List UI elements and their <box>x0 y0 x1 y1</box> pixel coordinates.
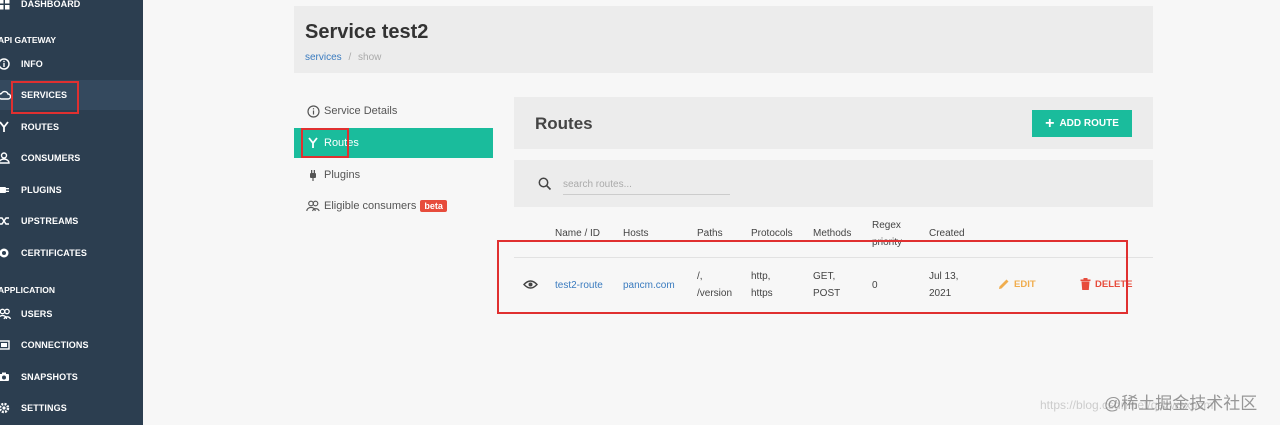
add-route-button[interactable]: + ADD ROUTE <box>1032 110 1132 137</box>
cloud-icon <box>0 88 11 102</box>
routes-icon <box>0 120 11 134</box>
plug-icon <box>306 168 320 182</box>
breadcrumb-current: show <box>358 52 382 63</box>
gear-icon <box>0 401 11 415</box>
sidebar-item-label: USERS <box>21 309 53 319</box>
sidebar: DASHBOARD API GATEWAY INFO SERVICES ROUT… <box>0 0 143 425</box>
sidebar-item-upstreams[interactable]: UPSTREAMS <box>0 206 143 236</box>
sidebar-item-info[interactable]: INFO <box>0 49 143 79</box>
tab-label-text: Eligible consumers <box>324 200 417 212</box>
sidebar-item-certificates[interactable]: CERTIFICATES <box>0 238 143 268</box>
sidebar-item-label: INFO <box>21 59 43 69</box>
beta-badge: beta <box>420 200 447 212</box>
service-header: Service test2 services / show <box>294 6 1153 73</box>
sidebar-item-label: CONSUMERS <box>21 153 81 163</box>
watermark-text: @稀土掘金技术社区 <box>1104 394 1258 413</box>
users-icon <box>0 307 11 321</box>
sidebar-item-settings[interactable]: SETTINGS <box>0 393 143 423</box>
tab-label: Eligible consumers beta <box>324 200 447 212</box>
search-input[interactable] <box>563 175 730 195</box>
page-title: Service test2 <box>305 21 429 43</box>
sidebar-item-label: PLUGINS <box>21 185 62 195</box>
plug-icon <box>0 183 11 197</box>
tab-plugins[interactable]: Plugins <box>294 160 493 190</box>
breadcrumb-link-services[interactable]: services <box>305 52 342 63</box>
annotation-box-services <box>11 81 79 114</box>
users-icon <box>306 199 320 213</box>
routes-header: Routes + ADD ROUTE <box>514 97 1153 149</box>
sidebar-item-routes[interactable]: ROUTES <box>0 112 143 142</box>
dashboard-icon <box>0 0 11 11</box>
sidebar-item-label: DASHBOARD <box>21 0 81 9</box>
sidebar-item-label: CONNECTIONS <box>21 340 89 350</box>
tab-label: Service Details <box>324 105 398 117</box>
sidebar-item-label: CERTIFICATES <box>21 248 88 258</box>
info-icon <box>0 57 11 71</box>
search-icon <box>538 177 552 191</box>
column-header-line: Regex <box>872 220 901 231</box>
annotation-box-route-row <box>497 240 1128 314</box>
sidebar-item-snapshots[interactable]: SNAPSHOTS <box>0 362 143 392</box>
sidebar-item-label: ROUTES <box>21 122 60 132</box>
sidebar-item-connections[interactable]: CONNECTIONS <box>0 330 143 360</box>
tab-eligible-consumers[interactable]: Eligible consumers beta <box>294 191 493 221</box>
sidebar-item-label: UPSTREAMS <box>21 216 79 226</box>
tab-label: Plugins <box>324 169 361 181</box>
add-route-label: ADD ROUTE <box>1059 118 1119 129</box>
shuffle-icon <box>0 214 11 228</box>
sidebar-item-consumers[interactable]: CONSUMERS <box>0 143 143 173</box>
info-icon <box>306 104 320 118</box>
page: DASHBOARD API GATEWAY INFO SERVICES ROUT… <box>0 0 1280 425</box>
sidebar-item-label: SNAPSHOTS <box>21 372 78 382</box>
connections-icon <box>0 338 11 352</box>
tab-service-details[interactable]: Service Details <box>294 96 493 126</box>
annotation-box-routes-tab <box>301 128 349 158</box>
breadcrumb-separator: / <box>348 52 352 63</box>
camera-icon <box>0 370 11 384</box>
sidebar-section-api-gateway: API GATEWAY <box>0 35 57 45</box>
sidebar-item-label: SETTINGS <box>21 403 67 413</box>
sidebar-item-users[interactable]: USERS <box>0 299 143 329</box>
user-icon <box>0 151 11 165</box>
breadcrumb: services / show <box>305 52 381 63</box>
search-bar <box>514 160 1153 207</box>
sidebar-item-dashboard[interactable]: DASHBOARD <box>0 0 143 19</box>
certificate-icon <box>0 246 11 260</box>
sidebar-item-plugins[interactable]: PLUGINS <box>0 175 143 205</box>
sidebar-section-application: APPLICATION <box>0 285 55 295</box>
routes-title: Routes <box>535 114 593 133</box>
plus-icon: + <box>1045 114 1055 132</box>
